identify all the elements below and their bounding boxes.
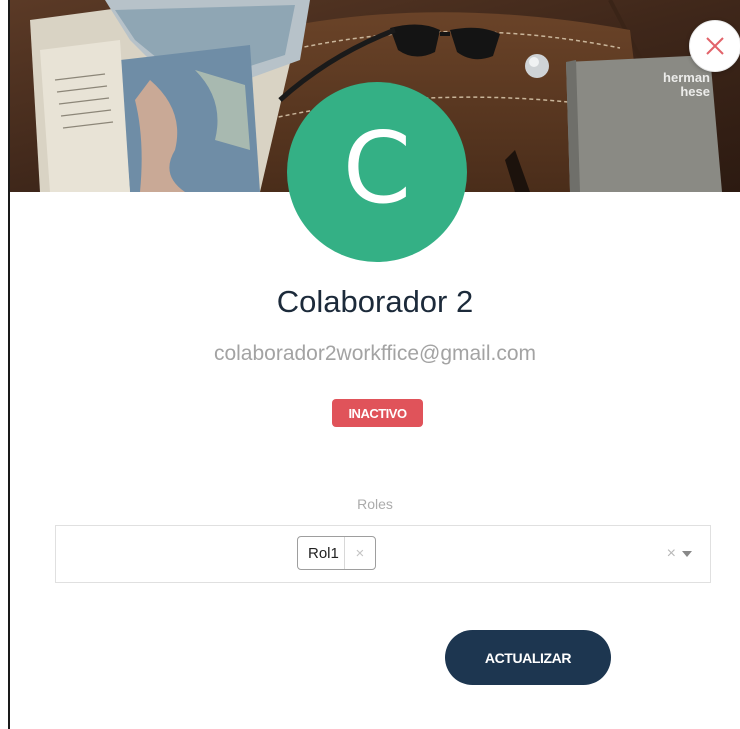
chevron-down-icon[interactable]: [682, 551, 692, 557]
role-chip: Rol1 ×: [297, 536, 376, 570]
role-chip-remove-icon[interactable]: ×: [343, 537, 375, 569]
role-chip-label: Rol1: [308, 544, 339, 562]
avatar-initial: C: [342, 112, 412, 226]
roles-label: Roles: [357, 496, 393, 512]
status-badge: INACTIVO: [332, 399, 423, 427]
avatar: C: [287, 82, 467, 262]
user-email: colaborador2workffice@gmail.com: [213, 342, 537, 365]
close-icon: [706, 37, 724, 55]
book-title-text: herman: [663, 70, 710, 85]
roles-select[interactable]: Rol1 × ×: [55, 525, 711, 583]
update-button[interactable]: ACTUALIZAR: [445, 630, 611, 685]
user-name: Colaborador 2: [276, 284, 474, 319]
close-button[interactable]: [689, 20, 740, 72]
book-subtitle-text: hese: [680, 84, 710, 99]
clear-selection-icon[interactable]: ×: [667, 545, 676, 563]
